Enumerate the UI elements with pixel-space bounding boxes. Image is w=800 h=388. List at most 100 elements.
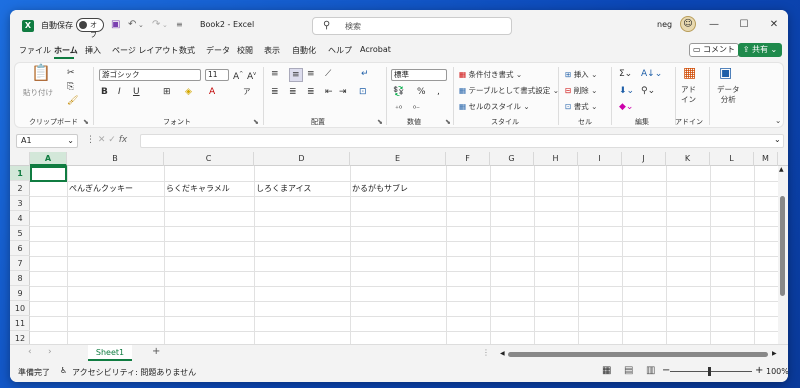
decrease-indent-icon[interactable]: ⇤ bbox=[325, 86, 333, 98]
percent-icon[interactable]: % bbox=[417, 86, 426, 98]
tab-home[interactable]: ホーム bbox=[54, 45, 78, 56]
row-header[interactable]: 11 bbox=[10, 316, 30, 331]
prev-sheet-icon[interactable]: ‹ bbox=[28, 347, 32, 357]
cell-e2[interactable]: かるがもサブレ bbox=[352, 181, 408, 196]
cell-d2[interactable]: しろくまアイス bbox=[256, 181, 311, 196]
zoom-level[interactable]: 100% bbox=[766, 367, 788, 376]
tab-insert[interactable]: 挿入 bbox=[85, 45, 101, 56]
column-header-a[interactable]: A bbox=[30, 152, 67, 166]
merge-center-icon[interactable]: ⊡ bbox=[359, 86, 367, 98]
align-left-icon[interactable]: ≣ bbox=[271, 86, 279, 98]
autosum-icon[interactable]: Σ⌄ bbox=[619, 68, 632, 80]
alignment-expander-icon[interactable]: ⬊ bbox=[377, 118, 383, 126]
tab-page-layout[interactable]: ページ レイアウト bbox=[112, 45, 178, 56]
border-icon[interactable]: ⊞ bbox=[163, 86, 171, 98]
tab-automate[interactable]: 自動化 bbox=[292, 45, 316, 56]
column-header-m[interactable]: M bbox=[754, 152, 778, 166]
scroll-left-icon[interactable]: ◀ bbox=[500, 350, 505, 357]
sort-filter-icon[interactable]: A↓⌄ bbox=[641, 68, 662, 80]
align-bottom-icon[interactable]: ≡ bbox=[307, 68, 315, 80]
clear-icon[interactable]: ◆⌄ bbox=[619, 101, 633, 113]
row-header[interactable]: 6 bbox=[10, 241, 30, 256]
decrease-font-icon[interactable]: Av bbox=[247, 68, 256, 83]
increase-decimal-icon[interactable]: ⁺⁰ bbox=[395, 103, 402, 115]
vertical-scroll-thumb[interactable] bbox=[780, 196, 785, 296]
italic-icon[interactable]: I bbox=[118, 86, 121, 98]
tab-acrobat[interactable]: Acrobat bbox=[360, 45, 391, 54]
share-button[interactable]: ⇪ 共有 ⌄ bbox=[738, 43, 782, 57]
column-header-e[interactable]: E bbox=[350, 152, 446, 166]
number-expander-icon[interactable]: ⬊ bbox=[445, 118, 451, 126]
cell-styles-button[interactable]: ▦ セルのスタイル ⌄ bbox=[459, 101, 530, 113]
copy-icon[interactable]: ⎘ bbox=[67, 81, 74, 93]
row-header[interactable]: 2 bbox=[10, 181, 30, 196]
fill-icon[interactable]: ⬇⌄ bbox=[619, 85, 634, 97]
horizontal-scrollbar[interactable]: ◀ ▶ bbox=[500, 350, 780, 358]
addins-button[interactable]: アド イン bbox=[681, 85, 696, 105]
accessibility-icon[interactable]: ♿ bbox=[60, 366, 67, 375]
cell-c2[interactable]: らくだキャラメル bbox=[166, 181, 230, 196]
format-cells-button[interactable]: ⊡ 書式 ⌄ bbox=[565, 101, 597, 113]
zoom-slider-thumb[interactable] bbox=[708, 367, 711, 376]
minimize-icon[interactable]: — bbox=[706, 18, 722, 32]
enter-icon[interactable]: ✓ bbox=[108, 135, 116, 145]
save-icon[interactable]: ▣ bbox=[111, 19, 120, 31]
format-painter-icon[interactable]: 🖌 bbox=[67, 95, 78, 107]
insert-function-icon[interactable]: fx bbox=[119, 135, 128, 145]
font-color-icon[interactable]: A bbox=[209, 86, 215, 98]
accessibility-status[interactable]: アクセシビリティ: 問題ありません bbox=[72, 367, 196, 378]
redo-dropdown-icon[interactable]: ⌄ bbox=[162, 19, 168, 31]
align-middle-icon[interactable]: ≡ bbox=[289, 68, 303, 82]
increase-font-icon[interactable]: A^ bbox=[233, 68, 243, 83]
column-header-b[interactable]: B bbox=[67, 152, 164, 166]
row-header[interactable]: 10 bbox=[10, 301, 30, 316]
find-select-icon[interactable]: ⚲⌄ bbox=[641, 85, 655, 97]
redo-icon[interactable]: ↷ bbox=[152, 19, 160, 31]
column-header-l[interactable]: L bbox=[710, 152, 754, 166]
addins-icon[interactable]: ▦ bbox=[683, 66, 696, 80]
fill-color-icon[interactable]: ◈ bbox=[185, 86, 192, 98]
maximize-icon[interactable]: ☐ bbox=[736, 18, 752, 32]
tab-review[interactable]: 校閲 bbox=[237, 45, 253, 56]
comma-icon[interactable]: , bbox=[437, 86, 440, 98]
column-header-f[interactable]: F bbox=[446, 152, 490, 166]
data-analysis-button[interactable]: データ 分析 bbox=[717, 85, 740, 105]
undo-icon[interactable]: ↶ bbox=[128, 19, 136, 31]
format-as-table-button[interactable]: ▦ テーブルとして書式設定 ⌄ bbox=[459, 85, 559, 97]
zoom-slider[interactable] bbox=[670, 371, 752, 372]
undo-dropdown-icon[interactable]: ⌄ bbox=[138, 19, 144, 31]
comment-button[interactable]: ▭ コメント bbox=[689, 43, 739, 57]
row-header[interactable]: 4 bbox=[10, 211, 30, 226]
paste-icon[interactable]: 📋 bbox=[31, 65, 51, 81]
page-break-view-icon[interactable]: ▥ bbox=[646, 365, 655, 376]
horizontal-scroll-thumb[interactable] bbox=[508, 352, 768, 357]
user-name[interactable]: neg bbox=[657, 20, 672, 29]
column-header-k[interactable]: K bbox=[666, 152, 710, 166]
currency-icon[interactable]: 💱 bbox=[393, 86, 404, 98]
row-header[interactable]: 7 bbox=[10, 256, 30, 271]
tab-file[interactable]: ファイル bbox=[19, 45, 51, 56]
autosave-toggle[interactable]: オフ bbox=[76, 18, 104, 39]
underline-icon[interactable]: U bbox=[133, 86, 140, 98]
close-icon[interactable]: ✕ bbox=[766, 18, 782, 32]
number-format-select[interactable]: 標準 bbox=[391, 69, 447, 81]
sheet-tab-sheet1[interactable]: Sheet1 bbox=[88, 345, 132, 361]
wrap-text-icon[interactable]: ↵ bbox=[361, 68, 369, 80]
decrease-decimal-icon[interactable]: ⁰⁻ bbox=[413, 103, 420, 115]
column-header-i[interactable]: I bbox=[578, 152, 622, 166]
clipboard-expander-icon[interactable]: ⬊ bbox=[83, 118, 89, 126]
font-expander-icon[interactable]: ⬊ bbox=[253, 118, 259, 126]
align-center-icon[interactable]: ≣ bbox=[289, 86, 297, 98]
normal-view-icon[interactable]: ▦ bbox=[602, 365, 611, 376]
column-header-j[interactable]: J bbox=[622, 152, 666, 166]
phonetic-icon[interactable]: ア bbox=[243, 86, 251, 98]
next-sheet-icon[interactable]: › bbox=[48, 347, 52, 357]
font-name-select[interactable]: 游ゴシック bbox=[99, 69, 201, 81]
name-box[interactable]: A1 ⌄ bbox=[16, 134, 78, 148]
row-header[interactable]: 9 bbox=[10, 286, 30, 301]
worksheet-grid[interactable]: A B C D E F G H I J K L M 1 2 3 4 5 6 7 … bbox=[10, 152, 788, 346]
add-sheet-button[interactable]: + bbox=[152, 346, 160, 357]
tab-help[interactable]: ヘルプ bbox=[328, 45, 352, 56]
more-options-icon[interactable]: ⋮ bbox=[482, 348, 490, 357]
delete-cells-button[interactable]: ⊟ 削除 ⌄ bbox=[565, 85, 597, 97]
